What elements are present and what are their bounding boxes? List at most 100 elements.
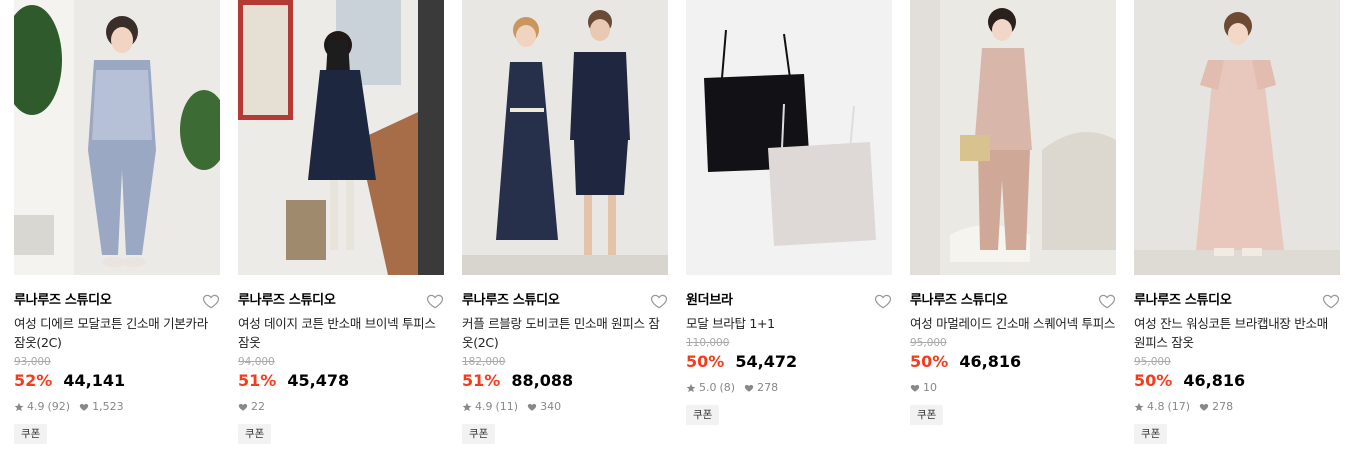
coupon-badge: 쿠폰 bbox=[462, 424, 496, 444]
product-meta: 4.9 (11) 340 bbox=[462, 398, 668, 416]
like-count: 10 bbox=[923, 381, 937, 394]
product-meta: 22 bbox=[238, 398, 444, 416]
product-photo-couple-sleepwear bbox=[462, 0, 668, 275]
discount-rate: 50% bbox=[686, 352, 725, 371]
product-meta: 10 bbox=[910, 379, 1116, 397]
product-image[interactable] bbox=[462, 0, 668, 275]
price-row: 50% 46,816 bbox=[910, 350, 1116, 374]
star-icon bbox=[686, 383, 696, 393]
likes: 278 bbox=[744, 379, 778, 397]
product-card[interactable]: 루나루즈 스튜디오 여성 마멀레이드 긴소매 스퀘어넥 투피스 95,000 5… bbox=[910, 0, 1116, 425]
sale-price: 45,478 bbox=[287, 371, 350, 390]
rating: 4.9 (11) bbox=[462, 398, 518, 416]
price-row: 51% 45,478 bbox=[238, 369, 444, 393]
review-count: (8) bbox=[719, 381, 736, 394]
heart-filled-icon bbox=[1199, 403, 1209, 411]
brand-name[interactable]: 루나루즈 스튜디오 bbox=[462, 291, 668, 311]
original-price: 95,000 bbox=[1134, 356, 1171, 368]
discount-rate: 52% bbox=[14, 371, 53, 390]
product-photo-pink-dress bbox=[1134, 0, 1340, 275]
rating-value: 4.9 bbox=[27, 400, 45, 413]
rating: 4.8 (17) bbox=[1134, 398, 1190, 416]
sale-price: 46,816 bbox=[1183, 371, 1246, 390]
heart-filled-icon bbox=[79, 403, 89, 411]
product-card[interactable]: 루나루즈 스튜디오 여성 데이지 코튼 반소매 브이넥 투피스 잠옷 94,00… bbox=[238, 0, 444, 444]
star-icon bbox=[14, 402, 24, 412]
brand-name[interactable]: 원더브라 bbox=[686, 291, 892, 311]
product-meta: 5.0 (8) 278 bbox=[686, 379, 892, 397]
rating: 4.9 (92) bbox=[14, 398, 70, 416]
product-photo-floral-two-piece bbox=[910, 0, 1116, 275]
star-icon bbox=[1134, 402, 1144, 412]
original-price: 95,000 bbox=[910, 337, 947, 349]
heart-outline-icon[interactable] bbox=[1098, 292, 1116, 310]
likes: 1,523 bbox=[79, 398, 124, 416]
product-card[interactable]: 루나루즈 스튜디오 여성 디에르 모달코튼 긴소매 기본카라 잠옷(2C) 93… bbox=[14, 0, 220, 444]
product-card[interactable]: 루나루즈 스튜디오 커플 르블랑 도비코튼 민소매 원피스 잠옷(2C) 182… bbox=[462, 0, 668, 444]
product-photo-pajama-floral-blue bbox=[14, 0, 220, 275]
brand-name[interactable]: 루나루즈 스튜디오 bbox=[910, 291, 1116, 311]
discount-rate: 50% bbox=[910, 352, 949, 371]
heart-outline-icon[interactable] bbox=[426, 292, 444, 310]
product-title[interactable]: 여성 마멀레이드 긴소매 스퀘어넥 투피스 bbox=[910, 314, 1116, 333]
brand-name[interactable]: 루나루즈 스튜디오 bbox=[14, 291, 220, 311]
heart-filled-icon bbox=[744, 384, 754, 392]
product-photo-daisy-dress bbox=[238, 0, 444, 275]
coupon-badge: 쿠폰 bbox=[910, 405, 944, 425]
rating: 5.0 (8) bbox=[686, 379, 735, 397]
price-row: 51% 88,088 bbox=[462, 369, 668, 393]
likes: 10 bbox=[910, 379, 937, 397]
discount-rate: 51% bbox=[462, 371, 501, 390]
original-price: 93,000 bbox=[14, 356, 51, 368]
rating-value: 4.8 bbox=[1147, 400, 1165, 413]
original-price: 110,000 bbox=[686, 337, 730, 349]
heart-filled-icon bbox=[238, 403, 248, 411]
product-title[interactable]: 여성 잔느 워싱코튼 브라캡내장 반소매 원피스 잠옷 bbox=[1134, 314, 1340, 352]
brand-name[interactable]: 루나루즈 스튜디오 bbox=[238, 291, 444, 311]
product-image[interactable] bbox=[1134, 0, 1340, 275]
review-count: (11) bbox=[495, 400, 519, 413]
product-image[interactable] bbox=[238, 0, 444, 275]
review-count: (92) bbox=[47, 400, 71, 413]
heart-outline-icon[interactable] bbox=[202, 292, 220, 310]
review-count: (17) bbox=[1167, 400, 1191, 413]
sale-price: 88,088 bbox=[511, 371, 574, 390]
sale-price: 46,816 bbox=[959, 352, 1022, 371]
product-title[interactable]: 커플 르블랑 도비코튼 민소매 원피스 잠옷(2C) bbox=[462, 314, 668, 352]
sale-price: 44,141 bbox=[63, 371, 126, 390]
product-image[interactable] bbox=[14, 0, 220, 275]
heart-outline-icon[interactable] bbox=[650, 292, 668, 310]
product-meta: 4.9 (92) 1,523 bbox=[14, 398, 220, 416]
product-title[interactable]: 모달 브라탑 1+1 bbox=[686, 314, 892, 333]
coupon-badge: 쿠폰 bbox=[1134, 424, 1168, 444]
product-title[interactable]: 여성 데이지 코튼 반소매 브이넥 투피스 잠옷 bbox=[238, 314, 444, 352]
sale-price: 54,472 bbox=[735, 352, 798, 371]
original-price: 182,000 bbox=[462, 356, 506, 368]
heart-filled-icon bbox=[527, 403, 537, 411]
like-count: 278 bbox=[1212, 400, 1234, 413]
original-price: 94,000 bbox=[238, 356, 275, 368]
like-count: 340 bbox=[540, 400, 562, 413]
product-photo-bra-tops bbox=[686, 0, 892, 275]
rating-value: 4.9 bbox=[475, 400, 493, 413]
product-card[interactable]: 루나루즈 스튜디오 여성 잔느 워싱코튼 브라캡내장 반소매 원피스 잠옷 95… bbox=[1134, 0, 1340, 444]
coupon-badge: 쿠폰 bbox=[14, 424, 48, 444]
star-icon bbox=[462, 402, 472, 412]
product-image[interactable] bbox=[910, 0, 1116, 275]
likes: 278 bbox=[1199, 398, 1233, 416]
coupon-badge: 쿠폰 bbox=[686, 405, 720, 425]
product-grid: 루나루즈 스튜디오 여성 디에르 모달코튼 긴소매 기본카라 잠옷(2C) 93… bbox=[0, 0, 1346, 460]
product-image[interactable] bbox=[686, 0, 892, 275]
brand-name[interactable]: 루나루즈 스튜디오 bbox=[1134, 291, 1340, 311]
like-count: 1,523 bbox=[92, 400, 124, 413]
price-row: 50% 46,816 bbox=[1134, 369, 1340, 393]
like-count: 22 bbox=[251, 400, 265, 413]
likes: 340 bbox=[527, 398, 561, 416]
product-title[interactable]: 여성 디에르 모달코튼 긴소매 기본카라 잠옷(2C) bbox=[14, 314, 220, 352]
like-count: 278 bbox=[757, 381, 779, 394]
rating-value: 5.0 bbox=[699, 381, 717, 394]
heart-outline-icon[interactable] bbox=[1322, 292, 1340, 310]
likes: 22 bbox=[238, 398, 265, 416]
heart-outline-icon[interactable] bbox=[874, 292, 892, 310]
product-card[interactable]: 원더브라 모달 브라탑 1+1 110,000 50% 54,472 5.0 (… bbox=[686, 0, 892, 425]
